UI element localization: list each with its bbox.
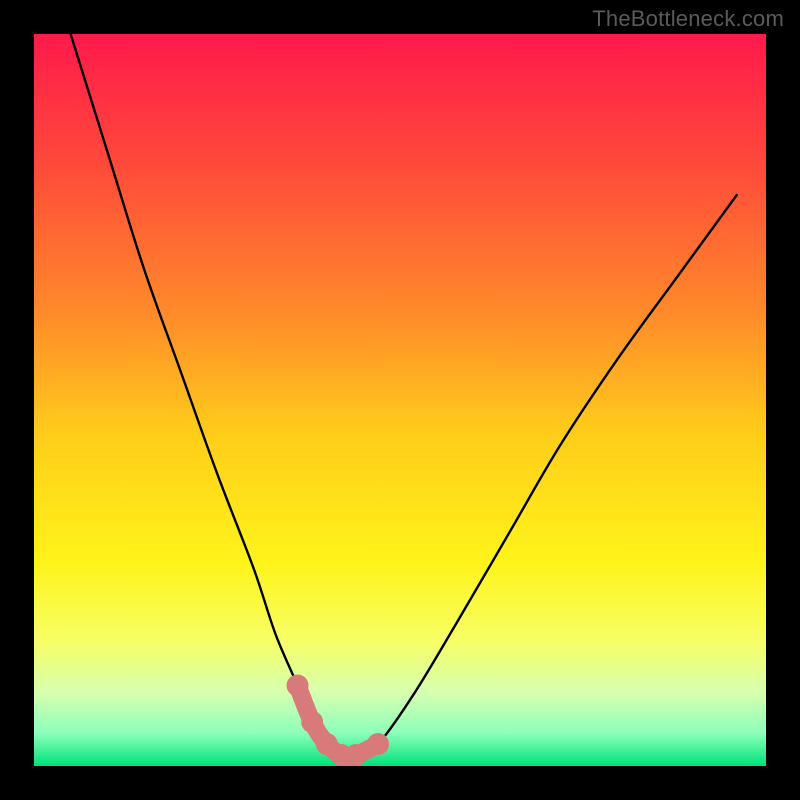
optimal-zone-dot [345, 744, 367, 766]
bottleneck-chart [0, 0, 800, 800]
optimal-zone-dot [367, 733, 389, 755]
watermark-text: TheBottleneck.com [592, 6, 784, 32]
optimal-zone-dot [287, 674, 309, 696]
optimal-zone-dot [301, 711, 323, 733]
plot-background [34, 34, 766, 766]
chart-frame: TheBottleneck.com [0, 0, 800, 800]
